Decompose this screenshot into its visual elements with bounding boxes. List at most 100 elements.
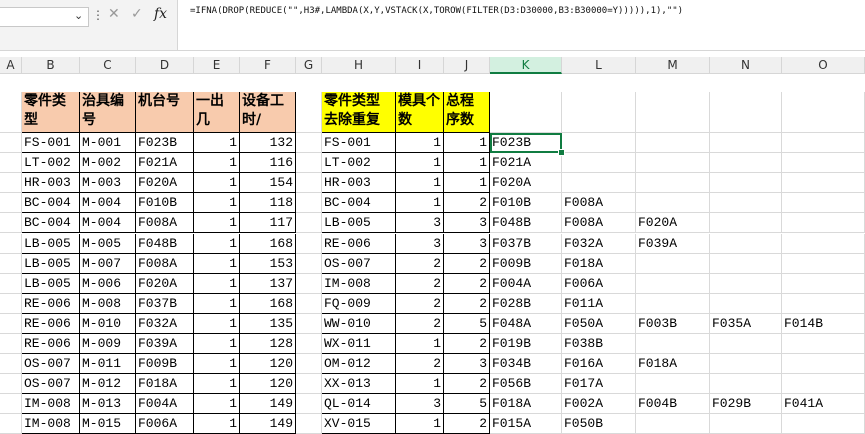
machine-result-cell[interactable]: F011A bbox=[562, 293, 636, 314]
mold-count-cell[interactable]: 2 bbox=[396, 273, 444, 294]
program-count-cell[interactable]: 2 bbox=[444, 293, 490, 314]
mold-count-cell[interactable]: 1 bbox=[396, 414, 444, 434]
mold-count-cell[interactable]: 2 bbox=[396, 313, 444, 334]
machine-result-cell[interactable]: F003B bbox=[636, 313, 710, 334]
mold-count-cell[interactable]: 3 bbox=[396, 233, 444, 254]
left-table-header[interactable]: 机台号 bbox=[136, 92, 194, 133]
grid-cell[interactable] bbox=[636, 92, 710, 133]
program-count-cell[interactable]: 1 bbox=[444, 133, 490, 154]
grid-cell[interactable] bbox=[782, 213, 865, 234]
left-table-cell[interactable]: 1 bbox=[194, 334, 240, 355]
mold-count-cell[interactable]: 2 bbox=[396, 253, 444, 274]
left-table-cell[interactable]: 1 bbox=[194, 273, 240, 294]
part-type-cell[interactable]: RE-006 bbox=[322, 233, 396, 254]
left-table-cell[interactable]: F021A bbox=[136, 153, 194, 174]
left-table-cell[interactable]: F008A bbox=[136, 213, 194, 234]
left-table-cell[interactable]: M-003 bbox=[80, 173, 136, 194]
right-table-header[interactable]: 总程序数 bbox=[444, 92, 490, 133]
grid-cell[interactable] bbox=[296, 313, 322, 334]
grid-cell[interactable] bbox=[710, 354, 782, 375]
left-table-cell[interactable]: M-009 bbox=[80, 334, 136, 355]
left-table-cell[interactable]: 1 bbox=[194, 253, 240, 274]
mold-count-cell[interactable]: 1 bbox=[396, 334, 444, 355]
machine-result-cell[interactable]: F021A bbox=[490, 153, 562, 174]
machine-result-cell[interactable]: F020A bbox=[490, 173, 562, 194]
left-table-cell[interactable]: F018A bbox=[136, 374, 194, 395]
grid-cell[interactable] bbox=[296, 92, 322, 133]
machine-result-cell[interactable]: F004B bbox=[636, 394, 710, 415]
left-table-cell[interactable]: FS-001 bbox=[22, 133, 80, 154]
left-table-cell[interactable]: 117 bbox=[240, 213, 296, 234]
left-table-cell[interactable]: RE-006 bbox=[22, 334, 80, 355]
part-type-cell[interactable]: LB-005 bbox=[322, 213, 396, 234]
grid-cell[interactable] bbox=[636, 153, 710, 174]
left-table-cell[interactable]: 137 bbox=[240, 273, 296, 294]
grid-cell[interactable] bbox=[562, 153, 636, 174]
left-table-cell[interactable]: BC-004 bbox=[22, 193, 80, 214]
part-type-cell[interactable]: XX-013 bbox=[322, 374, 396, 395]
column-header-F[interactable]: F bbox=[240, 57, 296, 74]
left-table-cell[interactable]: IM-008 bbox=[22, 394, 80, 415]
column-header-O[interactable]: O bbox=[782, 57, 865, 74]
left-table-cell[interactable]: 153 bbox=[240, 253, 296, 274]
left-table-cell[interactable]: M-005 bbox=[80, 233, 136, 254]
column-header-G[interactable]: G bbox=[296, 57, 322, 74]
left-table-cell[interactable]: F008A bbox=[136, 253, 194, 274]
program-count-cell[interactable]: 2 bbox=[444, 414, 490, 434]
grid-cell[interactable] bbox=[296, 374, 322, 395]
grid-cell[interactable] bbox=[710, 213, 782, 234]
mold-count-cell[interactable]: 3 bbox=[396, 213, 444, 234]
column-header-B[interactable]: B bbox=[22, 57, 80, 74]
left-table-cell[interactable]: 168 bbox=[240, 233, 296, 254]
left-table-cell[interactable]: 128 bbox=[240, 334, 296, 355]
active-cell-selection[interactable] bbox=[490, 133, 562, 154]
left-table-cell[interactable]: 1 bbox=[194, 153, 240, 174]
column-header-M[interactable]: M bbox=[636, 57, 710, 74]
left-table-cell[interactable]: M-004 bbox=[80, 213, 136, 234]
grid-cell[interactable] bbox=[296, 233, 322, 254]
program-count-cell[interactable]: 5 bbox=[444, 394, 490, 415]
left-table-cell[interactable]: 116 bbox=[240, 153, 296, 174]
machine-result-cell[interactable]: F018A bbox=[562, 253, 636, 274]
machine-result-cell[interactable]: F016A bbox=[562, 354, 636, 375]
left-table-cell[interactable]: 154 bbox=[240, 173, 296, 194]
left-table-cell[interactable]: 1 bbox=[194, 313, 240, 334]
grid-cell[interactable] bbox=[636, 173, 710, 194]
program-count-cell[interactable]: 2 bbox=[444, 253, 490, 274]
grid-cell[interactable] bbox=[782, 374, 865, 395]
machine-result-cell[interactable]: F010B bbox=[490, 193, 562, 214]
left-table-cell[interactable]: RE-006 bbox=[22, 293, 80, 314]
machine-result-cell[interactable]: F039A bbox=[636, 233, 710, 254]
grid-cell[interactable] bbox=[782, 334, 865, 355]
grid-cell[interactable] bbox=[0, 253, 22, 274]
machine-result-cell[interactable]: F050A bbox=[562, 313, 636, 334]
grid-cell[interactable] bbox=[0, 273, 22, 294]
left-table-cell[interactable]: F004A bbox=[136, 394, 194, 415]
left-table-cell[interactable]: F009B bbox=[136, 354, 194, 375]
left-table-cell[interactable]: 168 bbox=[240, 293, 296, 314]
grid-cell[interactable] bbox=[636, 253, 710, 274]
fill-handle[interactable] bbox=[558, 149, 565, 157]
left-table-header[interactable]: 设备工时/ bbox=[240, 92, 296, 133]
left-table-cell[interactable]: LB-005 bbox=[22, 273, 80, 294]
mold-count-cell[interactable]: 2 bbox=[396, 293, 444, 314]
column-header-E[interactable]: E bbox=[194, 57, 240, 74]
grid-cell[interactable] bbox=[0, 374, 22, 395]
grid-cell[interactable] bbox=[296, 414, 322, 434]
left-table-cell[interactable]: M-007 bbox=[80, 253, 136, 274]
program-count-cell[interactable]: 2 bbox=[444, 193, 490, 214]
grid-cell[interactable] bbox=[782, 354, 865, 375]
left-table-cell[interactable]: 1 bbox=[194, 213, 240, 234]
mold-count-cell[interactable]: 2 bbox=[396, 354, 444, 375]
left-table-header[interactable]: 零件类型 bbox=[22, 92, 80, 133]
grid-cell[interactable] bbox=[0, 173, 22, 194]
machine-result-cell[interactable]: F037B bbox=[490, 233, 562, 254]
column-header-I[interactable]: I bbox=[396, 57, 444, 74]
left-table-cell[interactable]: 1 bbox=[194, 354, 240, 375]
part-type-cell[interactable]: BC-004 bbox=[322, 193, 396, 214]
machine-result-cell[interactable]: F006A bbox=[562, 273, 636, 294]
grid-cell[interactable] bbox=[296, 273, 322, 294]
grid-cell[interactable] bbox=[296, 133, 322, 154]
machine-result-cell[interactable]: F032A bbox=[562, 233, 636, 254]
grid-cell[interactable] bbox=[0, 133, 22, 154]
